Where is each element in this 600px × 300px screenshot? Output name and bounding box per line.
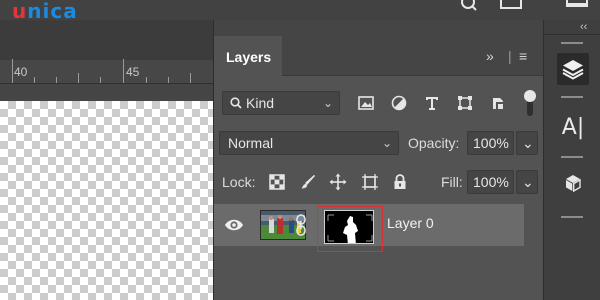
filter-label: Kind bbox=[246, 95, 275, 111]
search-icon bbox=[230, 97, 242, 109]
layer-mask-thumbnail[interactable] bbox=[324, 210, 374, 244]
ruler-tick bbox=[12, 59, 13, 83]
lock-image-pixels-brush-icon[interactable] bbox=[297, 171, 319, 193]
ruler-tick bbox=[123, 59, 124, 83]
tab-layers[interactable]: Layers bbox=[214, 36, 282, 76]
fill-label: Fill: bbox=[441, 174, 463, 190]
character-panel-button[interactable]: A| bbox=[557, 111, 589, 143]
canvas-top-margin bbox=[0, 84, 213, 101]
lock-position-move-icon[interactable] bbox=[327, 171, 349, 193]
link-chain-icon[interactable] bbox=[295, 214, 307, 236]
opacity-dropdown[interactable]: ⌄ bbox=[516, 131, 538, 155]
strip-grip bbox=[561, 42, 583, 44]
strip-grip bbox=[561, 216, 583, 218]
layers-stack-icon bbox=[562, 60, 584, 80]
character-icon: A| bbox=[561, 114, 585, 140]
share-icon[interactable] bbox=[566, 0, 588, 12]
filter-toggle-switch[interactable] bbox=[521, 90, 539, 116]
document-tab-bar bbox=[0, 20, 213, 60]
layer-filter-select[interactable]: Kind ⌄ bbox=[222, 91, 340, 115]
ruler-tick bbox=[56, 77, 57, 83]
mask-silhouette bbox=[327, 214, 373, 243]
search-icon[interactable] bbox=[460, 0, 478, 12]
chevron-down-icon: ⌄ bbox=[522, 174, 534, 190]
pixel-filter-icon[interactable] bbox=[355, 92, 377, 114]
shape-filter-icon[interactable] bbox=[454, 92, 476, 114]
strip-grip bbox=[561, 96, 583, 98]
layers-panel-button[interactable] bbox=[557, 53, 589, 85]
layer-name[interactable]: Layer 0 bbox=[387, 215, 434, 231]
panel-header: Layers » | ≡ bbox=[214, 20, 544, 76]
panel-divider: | bbox=[508, 48, 512, 64]
transparent-canvas[interactable] bbox=[0, 101, 213, 300]
ruler-label: 45 bbox=[126, 65, 140, 79]
lock-transparent-pixels-icon[interactable] bbox=[266, 171, 288, 193]
chevron-down-icon: ⌄ bbox=[322, 96, 333, 110]
unica-logo: unica bbox=[12, 0, 78, 23]
chevron-down-icon: ⌄ bbox=[381, 136, 392, 150]
right-panel-strip: ‹‹ A| bbox=[543, 20, 600, 300]
adjustment-filter-icon[interactable] bbox=[388, 92, 410, 114]
workspace-icon[interactable] bbox=[500, 0, 522, 12]
fill-dropdown[interactable]: ⌄ bbox=[516, 170, 538, 194]
chevron-down-icon: ⌄ bbox=[522, 135, 534, 151]
blend-mode-value: Normal bbox=[228, 135, 274, 151]
ruler-label: 40 bbox=[14, 65, 28, 79]
opacity-input[interactable]: 100% bbox=[467, 131, 514, 155]
photoshop-window: unica 40 45 Layers » | ≡ Kind ⌄ Normal ⌄… bbox=[0, 0, 600, 300]
layer-row[interactable]: Layer 0 bbox=[214, 204, 524, 252]
opacity-label: Opacity: bbox=[408, 135, 460, 151]
blend-mode-select[interactable]: Normal ⌄ bbox=[219, 131, 399, 155]
smart-object-filter-icon[interactable] bbox=[487, 92, 509, 114]
panel-menu-icon[interactable]: ≡ bbox=[519, 48, 527, 64]
ruler-tick bbox=[146, 77, 147, 83]
strip-grip bbox=[561, 156, 583, 158]
strip-divider bbox=[544, 34, 600, 35]
lock-artboard-icon[interactable] bbox=[359, 171, 381, 193]
fill-input[interactable]: 100% bbox=[467, 170, 514, 194]
ruler-tick bbox=[100, 77, 101, 83]
type-filter-icon[interactable] bbox=[421, 92, 443, 114]
ruler-tick bbox=[34, 77, 35, 83]
ruler-tick bbox=[190, 73, 191, 83]
collapse-panels-icon[interactable]: ‹‹ bbox=[580, 21, 587, 33]
eye-icon[interactable] bbox=[224, 216, 244, 234]
layers-panel: Layers » | ≡ Kind ⌄ Normal ⌄ Opacity: 10… bbox=[213, 20, 544, 300]
lock-label: Lock: bbox=[222, 174, 256, 190]
panel-expand-icon[interactable]: » bbox=[486, 48, 494, 64]
ruler-tick bbox=[78, 73, 79, 83]
horizontal-ruler: 40 45 bbox=[0, 59, 213, 84]
lock-all-icon[interactable] bbox=[389, 171, 411, 193]
cube-icon bbox=[566, 175, 581, 193]
top-bar: unica bbox=[0, 0, 600, 23]
3d-panel-button[interactable] bbox=[557, 167, 589, 199]
ruler-tick bbox=[168, 77, 169, 83]
